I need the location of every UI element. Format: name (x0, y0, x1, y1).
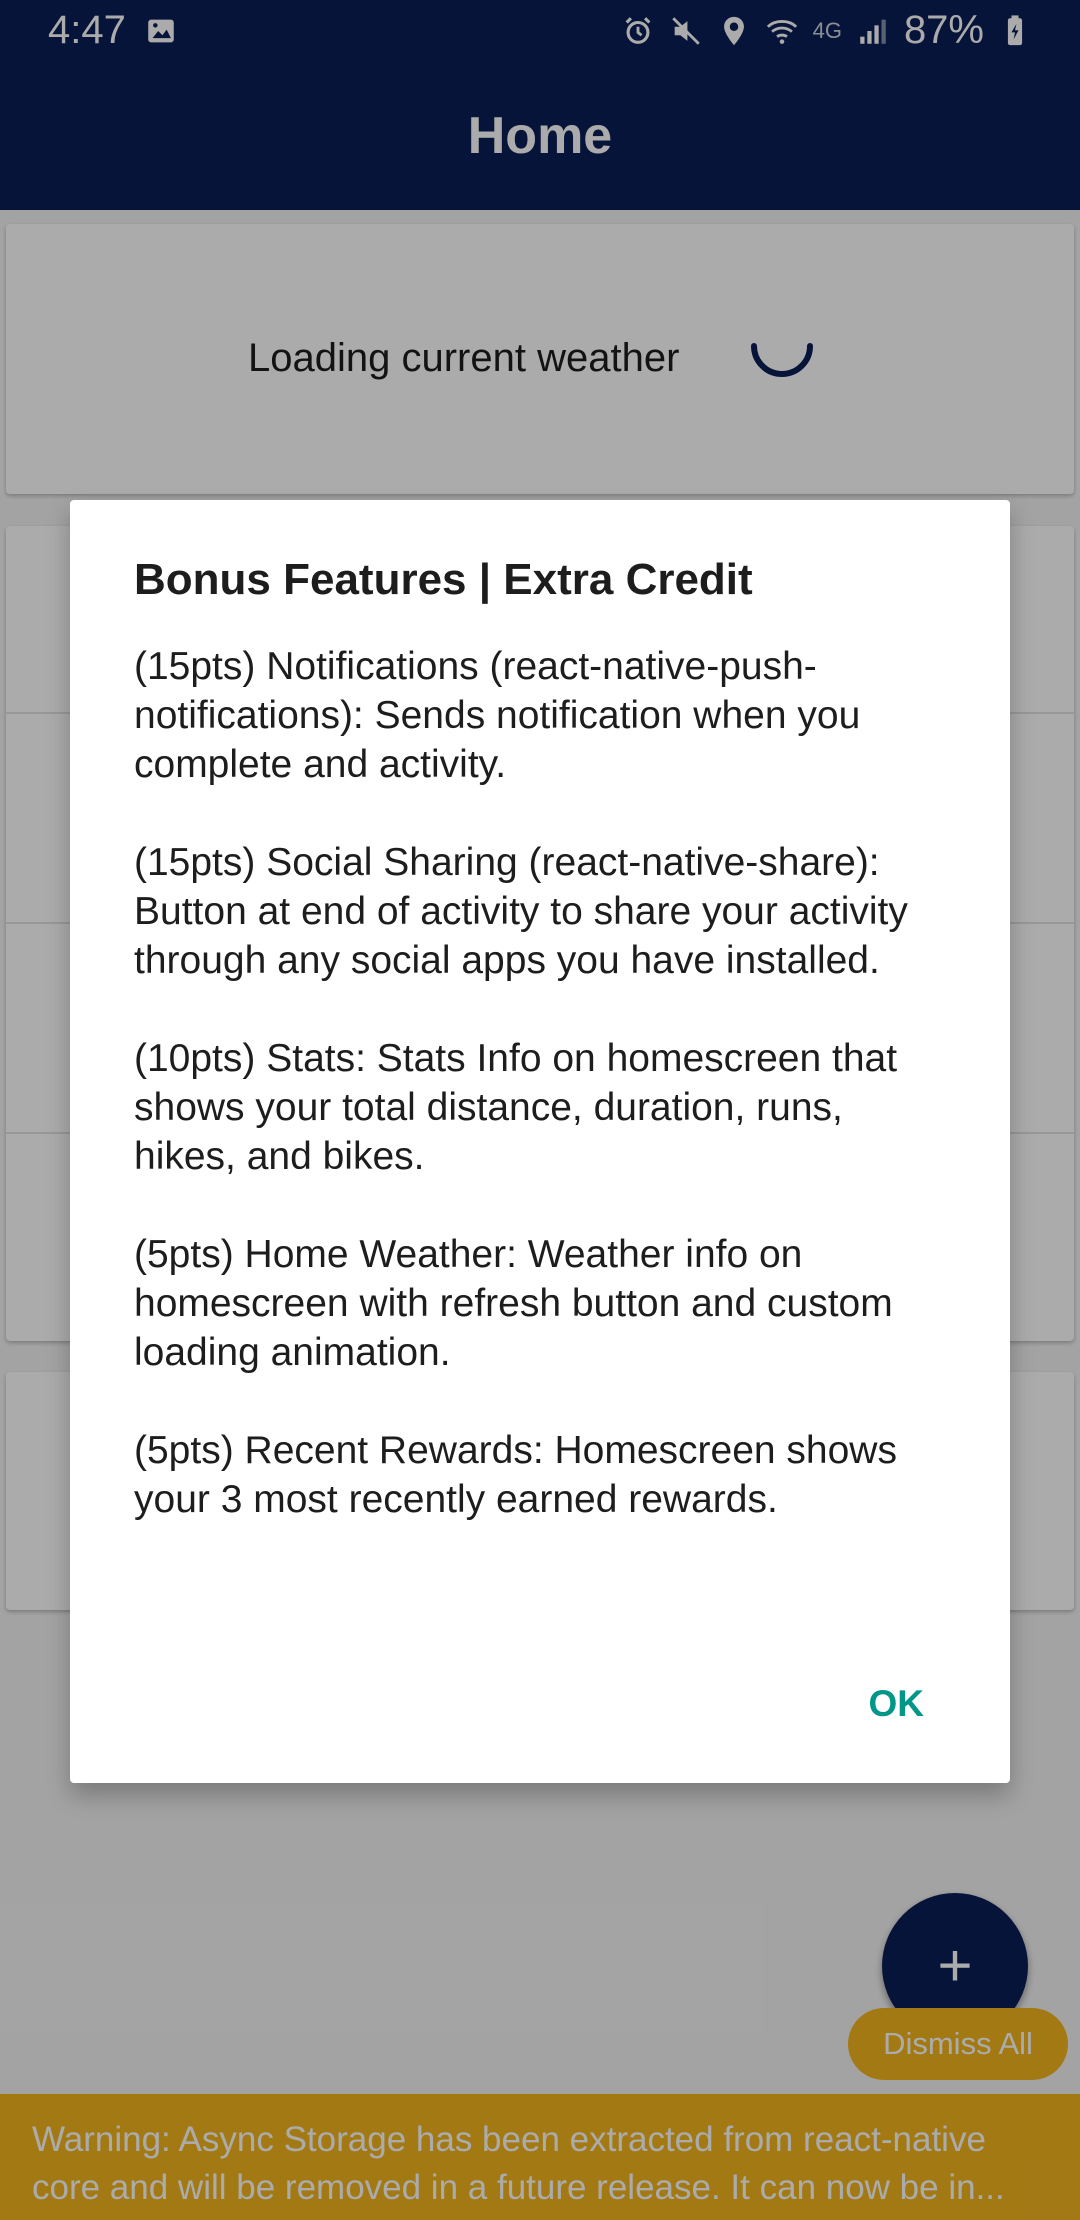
dialog-body: (15pts) Notifications (react-native-push… (134, 642, 946, 1524)
bonus-features-dialog: Bonus Features | Extra Credit (15pts) No… (70, 500, 1010, 1783)
dialog-actions: OK (861, 1683, 933, 1725)
ok-button[interactable]: OK (861, 1673, 933, 1734)
bonus-item: (15pts) Notifications (react-native-push… (134, 645, 861, 786)
bonus-item: (15pts) Social Sharing (react-native-sha… (134, 841, 908, 982)
bonus-item: (5pts) Recent Rewards: Homescreen shows … (134, 1429, 897, 1521)
dialog-title: Bonus Features | Extra Credit (134, 555, 753, 604)
bonus-item: (5pts) Home Weather: Weather info on hom… (134, 1233, 893, 1374)
bonus-item: (10pts) Stats: Stats Info on homescreen … (134, 1037, 898, 1178)
